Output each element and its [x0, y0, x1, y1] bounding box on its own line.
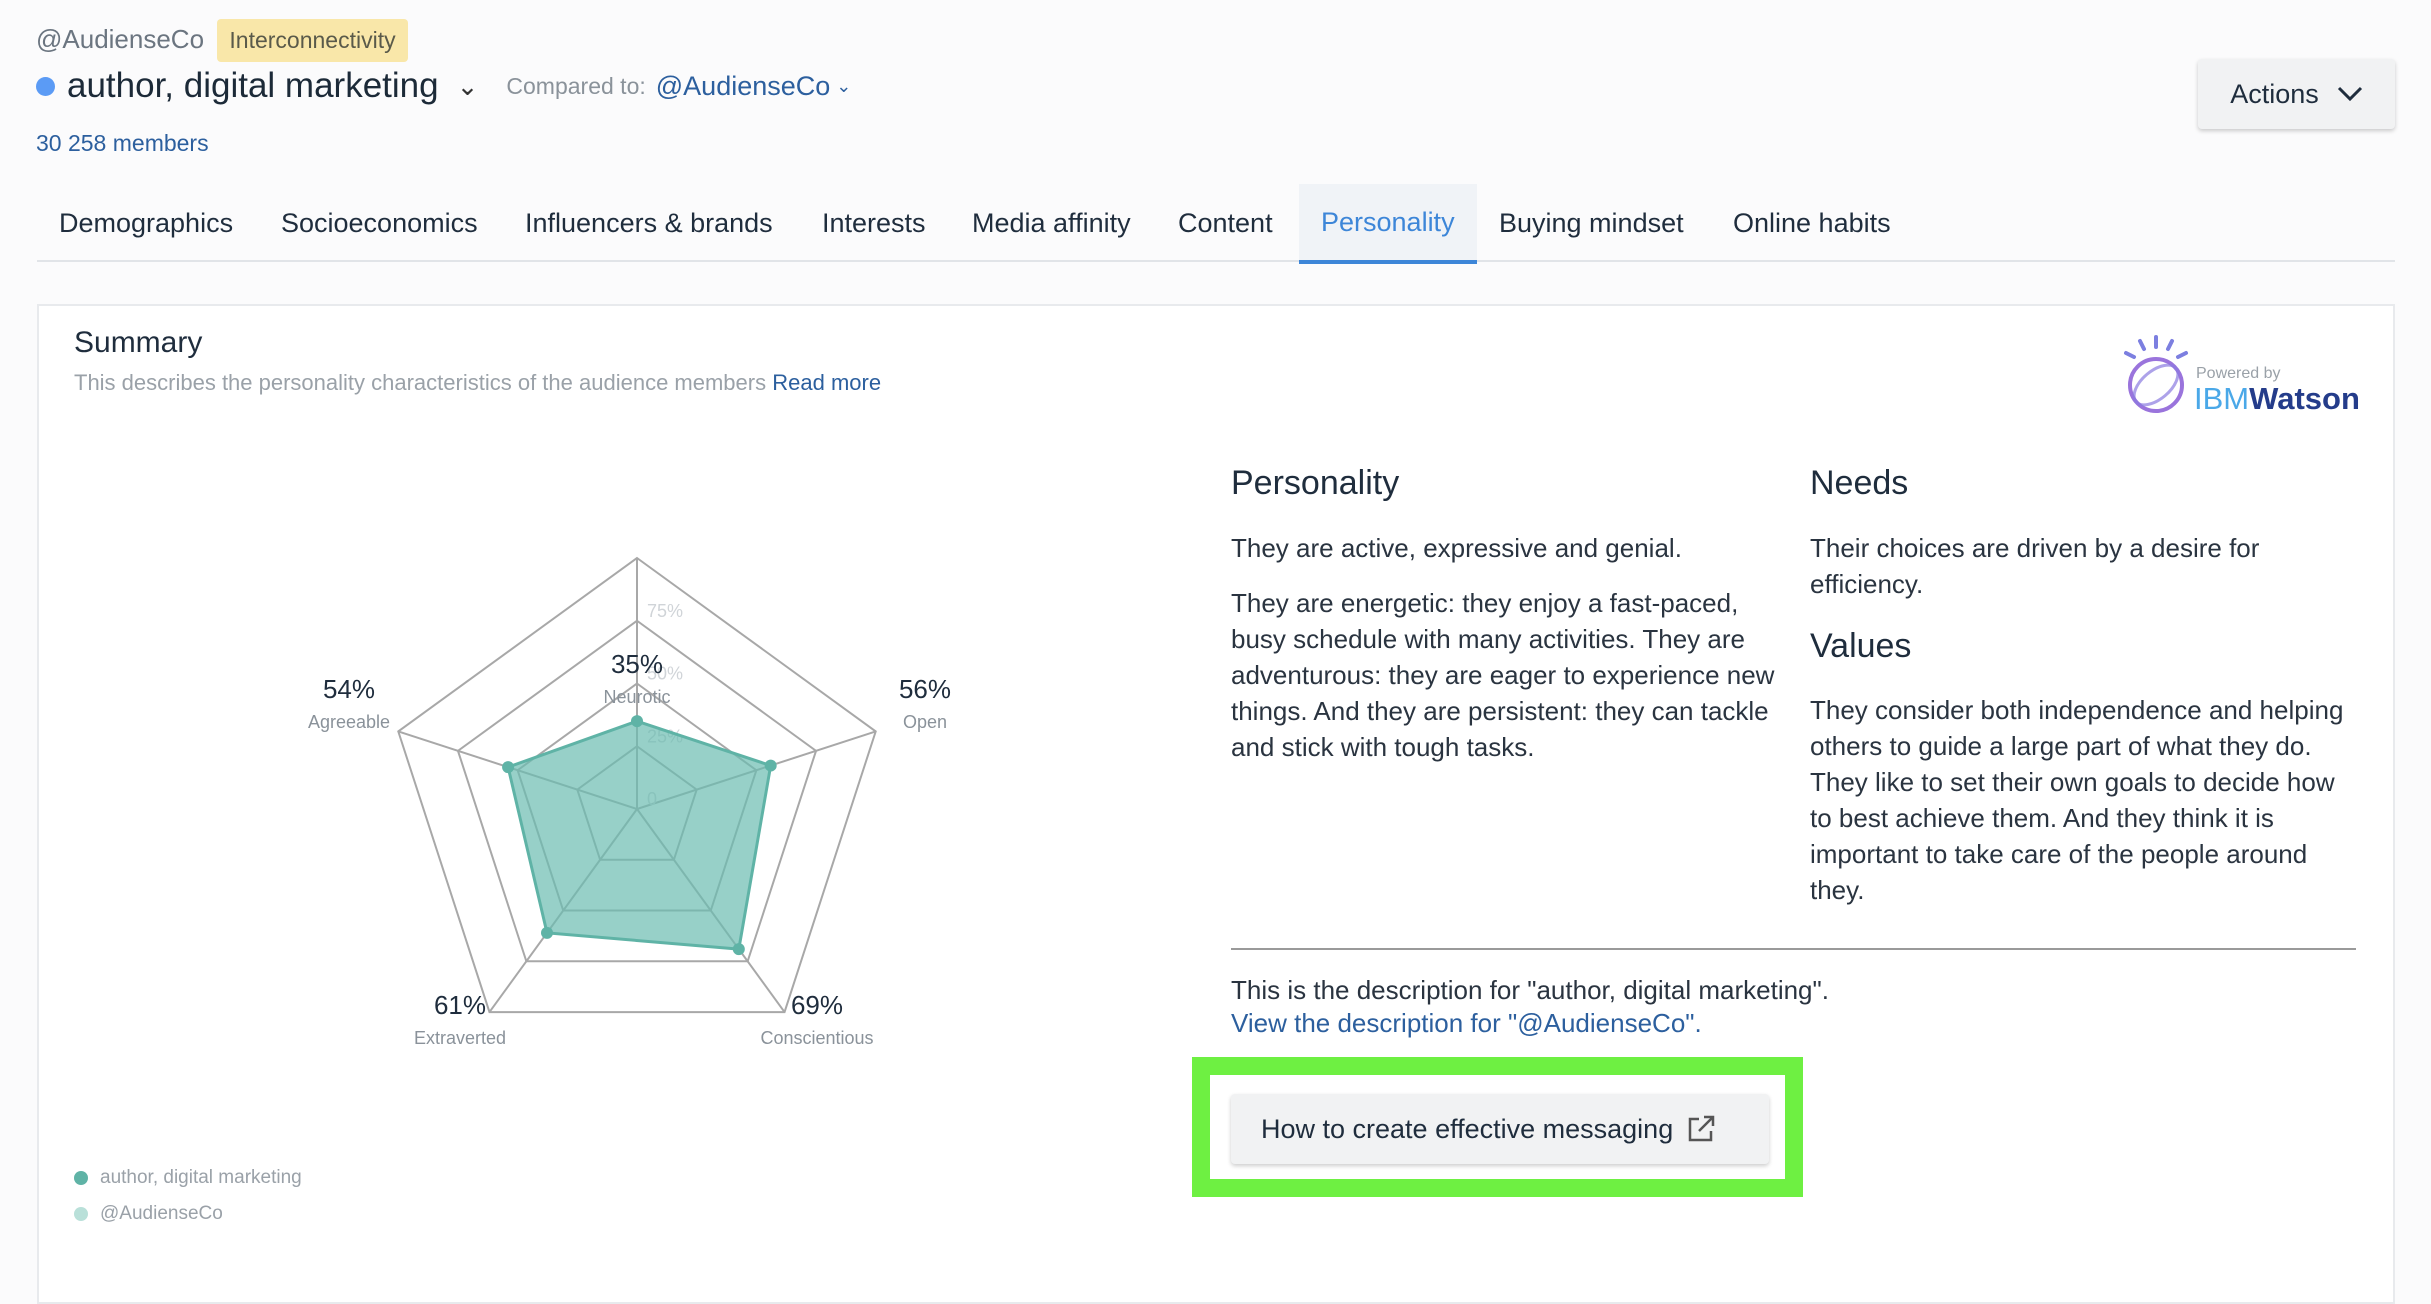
legend-dot [74, 1171, 88, 1185]
data-point [502, 761, 515, 774]
ring-label: 75% [647, 601, 683, 621]
tab-personality[interactable]: Personality [1299, 184, 1477, 264]
legend-label: author, digital marketing [100, 1167, 302, 1188]
legend-label: @AudienseCo [100, 1203, 223, 1224]
tab-buying-mindset[interactable]: Buying mindset [1477, 184, 1706, 262]
view-compared-description-link[interactable]: View the description for "@AudienseCo". [1231, 1008, 1702, 1039]
value-label: 61% [434, 990, 486, 1020]
watson-globe-icon [2124, 335, 2188, 413]
personality-radar-chart: 025%50%75%35%Neurotic56%Open69%Conscient… [308, 556, 951, 1048]
data-point [631, 715, 643, 728]
data-point [541, 926, 554, 939]
ibm-watson-logo: Powered by IBMWatson [2116, 333, 2366, 418]
axis-label: Conscientious [760, 1028, 873, 1048]
axis-label: Agreeable [308, 712, 390, 732]
effective-messaging-label: How to create effective messaging [1261, 1113, 1674, 1144]
axis-label: Extraverted [414, 1028, 506, 1048]
data-point [732, 943, 745, 956]
legend-item[interactable]: author, digital marketing [74, 1167, 302, 1189]
value-label: 54% [323, 674, 375, 704]
logo-watson: Watson [2249, 381, 2360, 416]
actions-label: Actions [2230, 78, 2319, 109]
legend-dot [74, 1207, 88, 1221]
needs-text: Their choices are driven by a desire for… [1810, 533, 2260, 599]
personality-summary: They are active, expressive and genial. [1231, 533, 1682, 563]
series-area [506, 719, 773, 951]
values-heading: Values [1810, 627, 1912, 665]
description-text: This is the description for "author, dig… [1231, 975, 1829, 1005]
legend-item[interactable]: @AudienseCo [74, 1203, 223, 1225]
needs-heading: Needs [1810, 464, 1909, 502]
effective-messaging-button[interactable]: How to create effective messaging [1231, 1094, 1769, 1164]
value-label: 56% [899, 674, 951, 704]
values-text: They consider both independence and help… [1810, 695, 2344, 905]
personality-description: They are energetic: they enjoy a fast-pa… [1231, 588, 1775, 762]
chevron-down-icon [2337, 86, 2362, 102]
axis-label: Open [903, 712, 947, 732]
value-label: 69% [791, 990, 843, 1020]
personality-heading: Personality [1231, 464, 1400, 502]
actions-button[interactable]: Actions [2198, 59, 2395, 129]
axis-label: Neurotic [603, 687, 670, 707]
data-point [764, 759, 777, 772]
tab-content[interactable]: Content [1156, 184, 1295, 262]
tab-online-habits[interactable]: Online habits [1711, 184, 1913, 262]
divider [1231, 948, 2356, 950]
logo-wordmark: IBMWatson [2194, 381, 2360, 417]
external-link-icon [1688, 1115, 1715, 1142]
logo-ibm: IBM [2194, 381, 2250, 416]
value-label: 35% [611, 649, 663, 679]
